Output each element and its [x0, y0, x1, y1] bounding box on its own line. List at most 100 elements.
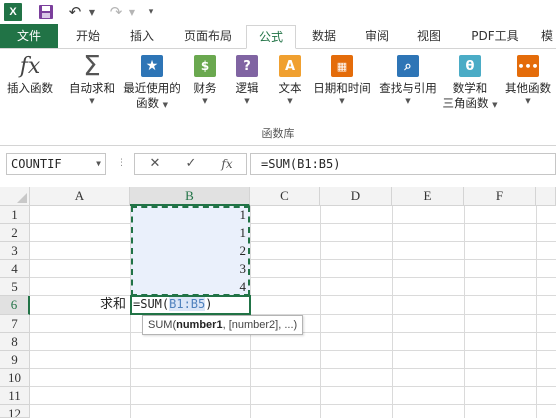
tab-pdf-tools[interactable]: PDF工具 [460, 24, 530, 48]
select-all-triangle [17, 193, 27, 203]
row-header-10[interactable]: 10 [0, 369, 30, 387]
cell-a6[interactable]: 求和 [100, 296, 130, 313]
excel-icon-letter: X [9, 6, 17, 18]
fx-icon: fx [19, 53, 41, 79]
tab-file[interactable]: 文件 [0, 24, 58, 48]
recently-used-label-2: 函数 [135, 96, 159, 110]
column-header-c[interactable]: C [250, 187, 320, 206]
tab-review[interactable]: 审阅 [352, 24, 402, 48]
lookup-reference-label: 查找与引用 [379, 81, 437, 95]
ribbon-tabs: 文件 开始 插入 页面布局 公式 数据 审阅 视图 PDF工具 模 [0, 24, 556, 49]
tab-insert[interactable]: 插入 [116, 24, 168, 48]
tab-data[interactable]: 数据 [300, 24, 348, 48]
tab-formulas[interactable]: 公式 [246, 25, 296, 49]
gridline [30, 277, 556, 278]
insert-function-button[interactable]: fx 插入函数 [2, 53, 58, 96]
gridline [464, 206, 465, 418]
star-icon: ★ [139, 53, 165, 79]
redo-dropdown-icon[interactable]: ▼ [128, 3, 136, 21]
column-header-e[interactable]: E [392, 187, 464, 206]
math-trig-label: 数学和 [452, 81, 488, 95]
tab-view[interactable]: 视图 [404, 24, 454, 48]
cell-b6-edit[interactable]: =SUM(B1:B5) [133, 296, 212, 313]
row-header-12[interactable]: 12 [0, 405, 30, 418]
name-box[interactable]: COUNTIF ▼ [6, 153, 106, 175]
tab-home[interactable]: 开始 [62, 24, 114, 48]
chevron-down-icon: ▼ [287, 97, 293, 105]
gridline [30, 259, 556, 260]
formula-reference: B1:B5 [169, 297, 206, 311]
formula-controls: ✕ ✓ fx [134, 153, 247, 175]
quick-access-toolbar: X ↶ ▼ ↷ ▼ ▾ [0, 0, 556, 24]
cell-b1[interactable]: 1 [133, 206, 249, 223]
insert-function-label: 插入函数 [7, 81, 53, 95]
text-icon: A [277, 53, 303, 79]
financial-button[interactable]: $ 财务 ▼ [188, 53, 222, 106]
calendar-icon: ▦ [329, 53, 355, 79]
recently-used-label: 最近使用的 [123, 81, 181, 95]
undo-dropdown-icon[interactable]: ▼ [88, 3, 96, 21]
row-header-4[interactable]: 4 [0, 260, 30, 278]
row-header-6[interactable]: 6 [0, 296, 30, 315]
gridline [536, 206, 537, 418]
undo-icon[interactable]: ↶ [66, 3, 84, 21]
row-header-2[interactable]: 2 [0, 224, 30, 242]
select-all-button[interactable] [0, 187, 30, 206]
formula-suffix: ) [205, 297, 213, 311]
tab-template[interactable]: 模 [538, 24, 556, 48]
date-time-label: 日期和时间 [313, 81, 371, 95]
cell-b2[interactable]: 1 [133, 224, 249, 241]
cell-b5[interactable]: 4 [133, 278, 249, 295]
chevron-down-icon[interactable]: ▼ [96, 154, 101, 174]
date-time-button[interactable]: ▦ 日期和时间 ▼ [310, 53, 374, 106]
row-header-3[interactable]: 3 [0, 242, 30, 260]
chevron-down-icon: ▼ [89, 97, 95, 105]
text-button[interactable]: A 文本 ▼ [272, 53, 308, 106]
redo-icon[interactable]: ↷ [107, 3, 125, 21]
row-header-9[interactable]: 9 [0, 351, 30, 369]
cell-b4[interactable]: 3 [133, 260, 249, 277]
tab-page-layout[interactable]: 页面布局 [172, 24, 244, 48]
row-header-8[interactable]: 8 [0, 333, 30, 351]
cancel-icon[interactable]: ✕ [141, 155, 169, 173]
row-header-1[interactable]: 1 [0, 206, 30, 224]
more-functions-button[interactable]: ••• 其他函数 ▼ [502, 53, 554, 106]
lookup-reference-button[interactable]: ⌕ 查找与引用 ▼ [376, 53, 440, 106]
autosum-button[interactable]: Σ 自动求和 ▼ [64, 52, 120, 106]
row-header-5[interactable]: 5 [0, 278, 30, 296]
enter-icon[interactable]: ✓ [177, 155, 205, 173]
customize-toolbar-icon[interactable]: ▾ [146, 3, 156, 21]
save-icon[interactable] [38, 3, 54, 21]
logical-label: 逻辑 [235, 81, 259, 95]
chevron-down-icon: ▼ [244, 97, 250, 105]
math-trig-button[interactable]: θ 数学和 三角函数 ▼ [440, 53, 500, 113]
column-header-b[interactable]: B [130, 187, 250, 206]
row-header-11[interactable]: 11 [0, 387, 30, 405]
more-functions-label: 其他函数 [505, 81, 551, 95]
formula-input[interactable]: =SUM(B1:B5) [250, 153, 556, 175]
gridline [30, 404, 556, 405]
function-tooltip[interactable]: SUM(number1, [number2], ...) [142, 315, 304, 335]
insert-function-icon[interactable]: fx [213, 155, 241, 173]
lookup-icon: ⌕ [395, 53, 421, 79]
ribbon-formulas: fx 插入函数 Σ 自动求和 ▼ ★ 最近使用的 函数 ▼ $ 财务 ▼ ? 逻… [0, 48, 556, 146]
column-header-d[interactable]: D [320, 187, 392, 206]
resize-handle-icon[interactable]: ⋮ [117, 158, 126, 168]
logical-button[interactable]: ? 逻辑 ▼ [228, 53, 266, 106]
column-header-g[interactable] [536, 187, 556, 206]
text-label: 文本 [278, 81, 302, 95]
chevron-down-icon: ▼ [525, 97, 531, 105]
autosum-label: 自动求和 [69, 81, 115, 95]
name-box-value: COUNTIF [11, 157, 62, 171]
recently-used-button[interactable]: ★ 最近使用的 函数 ▼ [120, 53, 184, 113]
chevron-down-icon: ▼ [202, 97, 208, 105]
chevron-down-icon: ▼ [162, 101, 169, 109]
cell-b3[interactable]: 2 [133, 242, 249, 259]
column-header-f[interactable]: F [464, 187, 536, 206]
gridline [30, 223, 556, 224]
function-library-group-label: 函数库 [261, 127, 295, 140]
gridline [392, 206, 393, 418]
row-header-7[interactable]: 7 [0, 315, 30, 333]
column-header-a[interactable]: A [30, 187, 130, 206]
chevron-down-icon: ▼ [339, 97, 345, 105]
